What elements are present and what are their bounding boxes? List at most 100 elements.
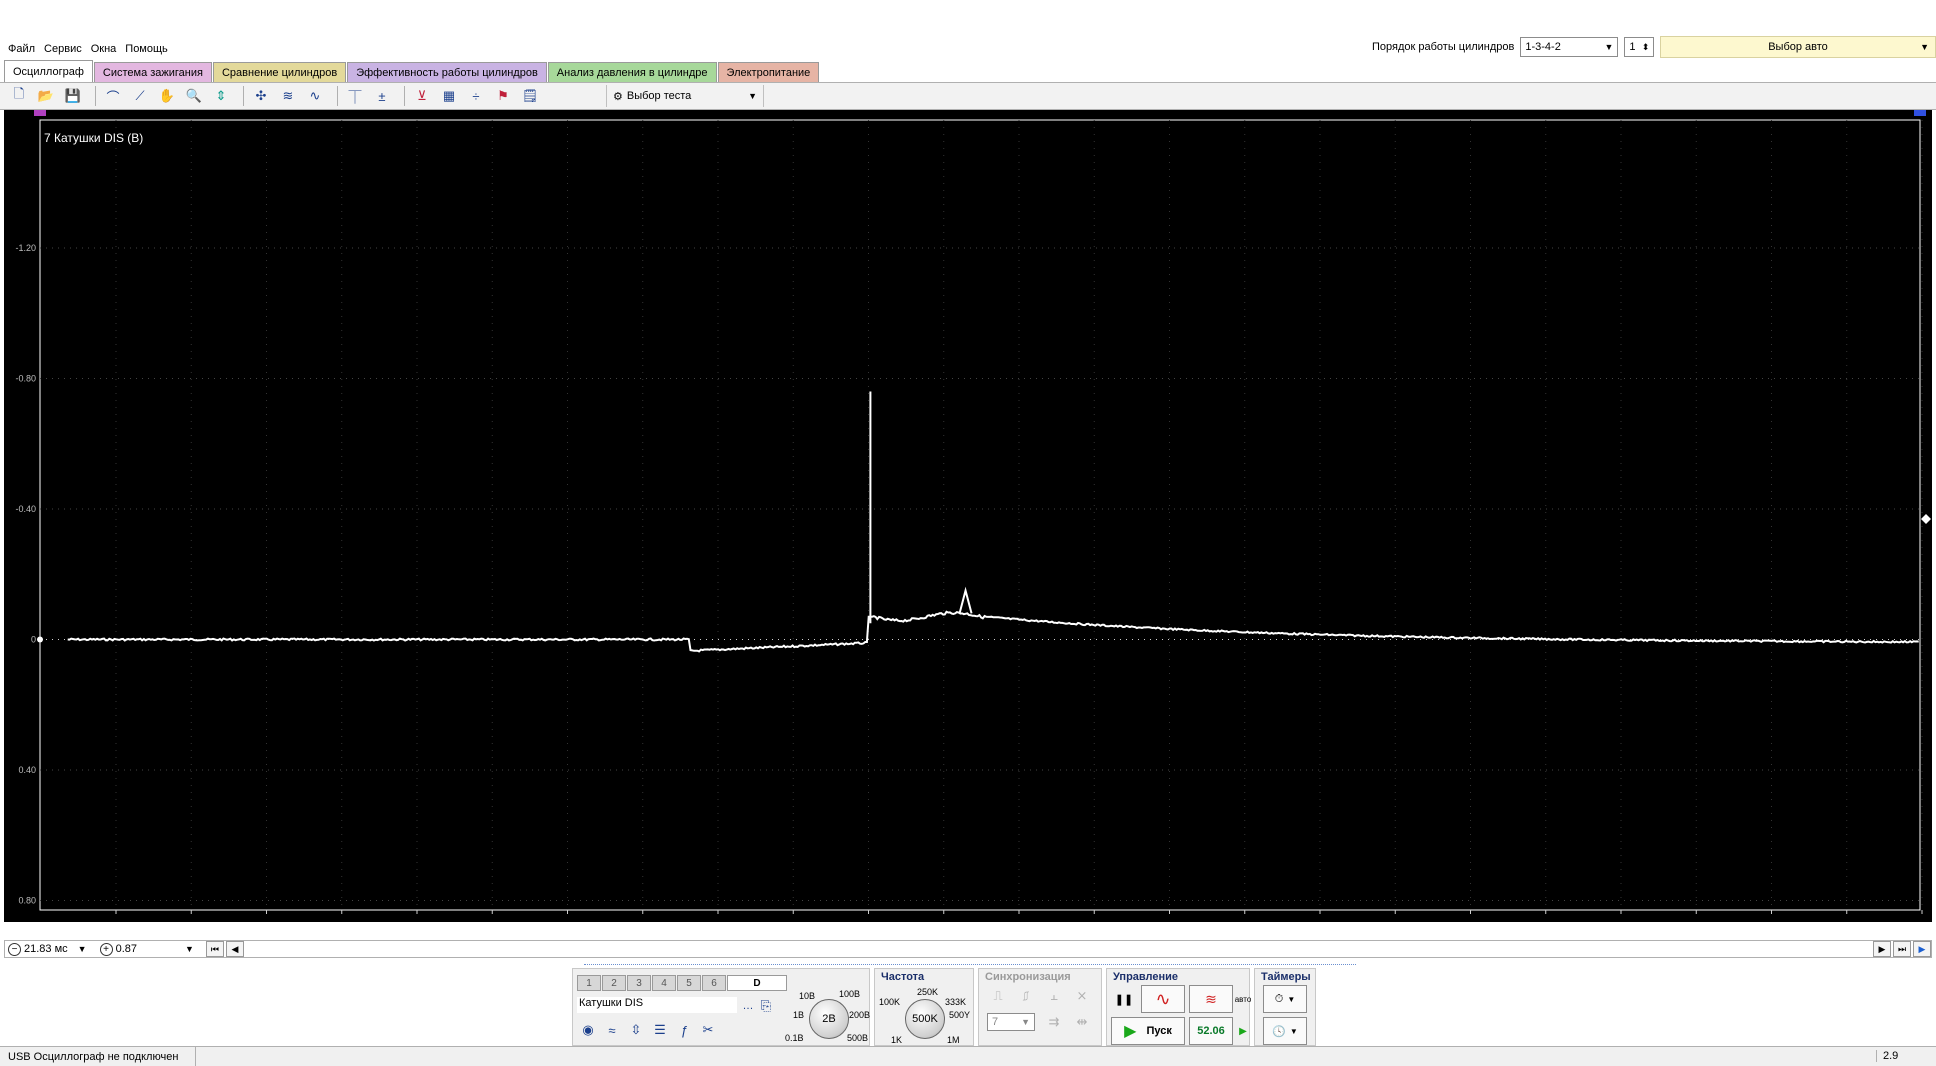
chevron-down-icon[interactable]: ▼ xyxy=(185,944,194,954)
tab-label: Эффективность работы цилиндров xyxy=(356,66,538,79)
test-select-label: Выбор теста xyxy=(626,90,692,102)
waves-icon[interactable]: ≋ xyxy=(277,85,299,107)
trigger-icon[interactable]: ⫠ xyxy=(1043,985,1065,1007)
frequency-knob[interactable]: 500K xyxy=(905,999,945,1039)
frequency-icon[interactable]: ∿ xyxy=(304,85,326,107)
y-tick-label: -0.80 xyxy=(15,374,36,384)
voltage-knob[interactable]: 2В xyxy=(809,999,849,1039)
channel-tab-5[interactable]: 5 xyxy=(677,975,701,991)
tools-icon[interactable]: ✂ xyxy=(697,1019,719,1041)
probe-icon[interactable]: ⎘ xyxy=(755,995,777,1017)
chevron-down-icon[interactable]: ▼ xyxy=(78,944,87,954)
hand-pan-icon[interactable]: ✋ xyxy=(156,85,178,107)
pause-icon[interactable]: ❚❚ xyxy=(1111,985,1137,1013)
control-panel: 1 2 3 4 5 6 D Катушки DIS … ⎘ ◉ ≈ ⇳ ☰ ƒ … xyxy=(570,964,1370,1046)
cylinder-number-spinner[interactable]: 1 ⬍ xyxy=(1624,37,1655,57)
chevron-down-icon: ▼ xyxy=(1289,1026,1298,1036)
noise-wave-icon[interactable]: ≋ xyxy=(1189,985,1233,1013)
y-tick-label: 0.40 xyxy=(18,765,36,775)
vertical-scale-icon[interactable]: ⇳ xyxy=(625,1019,647,1041)
flag-icon[interactable]: ⚑ xyxy=(492,85,514,107)
cursor-marker-icon[interactable]: ⊻ xyxy=(411,85,433,107)
tab-label: Осциллограф xyxy=(13,65,84,78)
channel-tab-6[interactable]: 6 xyxy=(702,975,726,991)
sync-channel-select[interactable]: 7 ▼ xyxy=(987,1013,1035,1031)
auto-scale-icon[interactable]: ⏉ xyxy=(344,85,366,107)
function-icon[interactable]: ƒ xyxy=(673,1019,695,1041)
menu-file[interactable]: Файл xyxy=(8,43,35,55)
cylinder-order-value: 1-3-4-2 xyxy=(1525,41,1561,53)
tab-power-supply[interactable]: Электропитание xyxy=(717,62,820,82)
rate-display: 52.06 xyxy=(1189,1017,1233,1045)
timer-button[interactable]: ⏱ ▼ xyxy=(1263,985,1307,1013)
tab-oscilloscope[interactable]: Осциллограф xyxy=(4,60,93,82)
channel-tab-4[interactable]: 4 xyxy=(652,975,676,991)
start-button[interactable]: ▶ Пуск xyxy=(1111,1017,1185,1045)
frequency-label: 500Y xyxy=(949,1010,971,1020)
minus-circle-icon[interactable]: − xyxy=(8,942,21,956)
cylinder-order-select[interactable]: 1-3-4-2 ▼ xyxy=(1520,37,1619,57)
waveform-icon[interactable]: ≈ xyxy=(601,1019,623,1041)
scope-plot[interactable]: -1.20-0.80-0.4000.400.8048.558 мс49.428 … xyxy=(4,110,1932,922)
lines-icon[interactable]: ☰ xyxy=(649,1019,671,1041)
channel-tab-1[interactable]: 1 xyxy=(577,975,601,991)
channel-tab-3[interactable]: 3 xyxy=(627,975,651,991)
vehicle-select[interactable]: Выбор авто ▼ xyxy=(1660,36,1936,58)
sync-level-icon[interactable]: ⇉ xyxy=(1043,1011,1065,1033)
notes-icon[interactable]: 🗒 xyxy=(519,85,541,107)
play-icon[interactable]: ▶ xyxy=(1913,941,1931,957)
peak-detect-icon[interactable]: ⌒ xyxy=(102,85,124,107)
y-tick-label: -0.40 xyxy=(15,504,36,514)
timebase-field[interactable]: − 21.83 мс ▼ xyxy=(5,942,87,956)
menu-windows[interactable]: Окна xyxy=(91,43,117,55)
tab-cylinder-efficiency[interactable]: Эффективность работы цилиндров xyxy=(347,62,547,82)
filter-icon[interactable]: ✣ xyxy=(250,85,272,107)
control-title: Управление xyxy=(1113,971,1179,983)
channel-name[interactable]: Катушки DIS xyxy=(577,997,737,1013)
prev-page-icon[interactable]: ◀ xyxy=(225,941,244,957)
tab-pressure-analysis[interactable]: Анализ давления в цилиндре xyxy=(547,62,717,82)
sine-wave-icon[interactable]: ∿ xyxy=(1141,985,1185,1013)
menu-service[interactable]: Сервис xyxy=(44,43,82,55)
trigger-off-icon[interactable]: ⨯ xyxy=(1071,985,1093,1007)
panel-splitter[interactable] xyxy=(584,964,1356,967)
coil-icon[interactable]: ◉ xyxy=(577,1019,599,1041)
rising-edge-icon[interactable]: ⎍ xyxy=(987,985,1009,1007)
signal-trace xyxy=(67,610,1919,653)
open-folder-icon[interactable]: 📂 xyxy=(35,85,57,107)
plus-circle-icon[interactable]: + xyxy=(99,942,113,956)
measure-icon[interactable]: ⟋ xyxy=(129,85,151,107)
chevron-down-icon: ▼ xyxy=(1920,42,1929,52)
next-page-icon[interactable]: ▶ xyxy=(1873,941,1891,957)
falling-edge-icon[interactable]: ⎎ xyxy=(1015,985,1037,1007)
fit-vertical-icon[interactable]: ⇕ xyxy=(210,85,232,107)
clock-button[interactable]: 🕓 ▼ xyxy=(1263,1017,1307,1045)
new-file-icon[interactable]: 🗋 xyxy=(8,85,30,107)
sync-arrows-icon[interactable]: ⇹ xyxy=(1071,1011,1093,1033)
zoom-icon[interactable]: 🔍 xyxy=(183,85,205,107)
test-select[interactable]: ⚙ Выбор теста ▼ xyxy=(606,85,764,107)
channel-tab-d[interactable]: D xyxy=(727,975,787,991)
auto-label: авто xyxy=(1234,994,1252,1004)
grid-icon[interactable]: ▦ xyxy=(438,85,460,107)
zero-offset-icon[interactable]: ± xyxy=(371,85,393,107)
toolbar-separator xyxy=(404,86,405,106)
auto-play-icon[interactable]: ▶ xyxy=(1237,1017,1249,1045)
spin-arrows-icon[interactable]: ⬍ xyxy=(1642,42,1650,53)
first-page-icon[interactable]: ⏮ xyxy=(205,941,224,957)
auto-icon[interactable]: авто xyxy=(1234,985,1252,1013)
tab-ignition[interactable]: Система зажигания xyxy=(93,62,212,82)
frequency-label: 100K xyxy=(879,997,901,1007)
tab-cylinder-compare[interactable]: Сравнение цилиндров xyxy=(212,62,347,82)
gain-field[interactable]: + 0.87 ▼ xyxy=(97,942,194,956)
last-page-icon[interactable]: ⏭ xyxy=(1893,941,1911,957)
toolbar-separator xyxy=(95,86,96,106)
menu-help[interactable]: Помощь xyxy=(125,43,168,55)
save-icon[interactable]: 💾 xyxy=(62,85,84,107)
chevron-down-icon: ▼ xyxy=(748,91,757,101)
cursor-1-marker xyxy=(34,110,46,116)
tab-label: Анализ давления в цилиндре xyxy=(556,66,708,79)
oscilloscope-display[interactable]: -1.20-0.80-0.4000.400.8048.558 мс49.428 … xyxy=(4,110,1932,922)
channel-tab-2[interactable]: 2 xyxy=(602,975,626,991)
split-icon[interactable]: ÷ xyxy=(465,85,487,107)
